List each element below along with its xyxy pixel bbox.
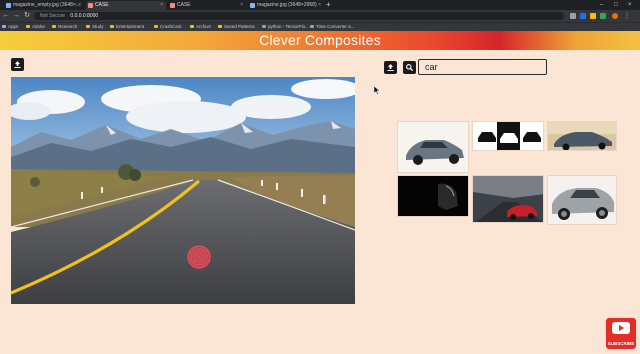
silver-car-thumbnail xyxy=(548,176,616,224)
close-icon[interactable]: × xyxy=(78,1,81,10)
close-window-button[interactable]: × xyxy=(628,0,632,10)
youtube-play-icon xyxy=(612,322,630,334)
bookmark-item[interactable]: Research xyxy=(52,23,77,31)
tab-label: CASE xyxy=(177,2,191,8)
folder-icon xyxy=(190,25,194,28)
search-input[interactable] xyxy=(418,59,547,75)
bookmark-item[interactable]: Time Converter a... xyxy=(310,23,354,31)
page-icon xyxy=(262,25,266,28)
browser-tab-4[interactable]: magazine.jpg (3648×2968) × xyxy=(248,1,324,10)
folder-icon xyxy=(26,25,30,28)
folder-icon xyxy=(110,25,114,28)
menu-icon[interactable]: ⋮ xyxy=(624,13,630,19)
app-title: Clever Composites xyxy=(259,32,381,48)
bookmark-item[interactable]: Archive xyxy=(190,23,211,31)
reload-icon[interactable]: ↻ xyxy=(22,11,32,21)
bookmark-item[interactable]: Study xyxy=(86,23,104,31)
apps-icon xyxy=(2,25,6,28)
bookmark-item[interactable]: Adobe xyxy=(26,23,45,31)
search-icon xyxy=(406,64,414,72)
bookmark-item[interactable]: Entertainment xyxy=(110,23,144,31)
browser-toolbar: ← → ↻ Not Secure 0.0.0.0:8000 ⋮ xyxy=(0,10,640,22)
maximize-button[interactable]: □ xyxy=(614,0,618,10)
car-result-1[interactable] xyxy=(397,121,469,173)
folder-icon xyxy=(86,25,90,28)
car-sunset-thumbnail xyxy=(548,122,616,150)
upload-icon xyxy=(387,64,394,71)
bookmark-item[interactable]: python - TensorFlo... xyxy=(262,23,309,31)
upload-icon xyxy=(14,61,21,68)
page-icon xyxy=(310,25,314,28)
address-bar[interactable]: Not Secure 0.0.0.0:8000 xyxy=(34,12,564,20)
bookmark-star-icon[interactable] xyxy=(570,13,576,19)
browser-tab-3[interactable]: CASE × xyxy=(168,1,246,10)
mouse-cursor-icon xyxy=(374,86,380,95)
car-icons-thumbnail xyxy=(473,122,543,150)
close-icon[interactable]: × xyxy=(240,1,243,10)
favicon-icon xyxy=(250,3,255,8)
subscribe-label: SUBSCRIBE xyxy=(607,341,635,346)
bookmarks-bar: Apps Adobe Research Study Entertainment … xyxy=(0,22,640,31)
extension-icon[interactable] xyxy=(600,13,606,19)
car-thumbnail xyxy=(398,122,468,172)
folder-icon xyxy=(154,25,158,28)
profile-avatar[interactable] xyxy=(612,13,618,19)
folder-icon xyxy=(52,25,56,28)
car-result-6[interactable] xyxy=(547,175,617,225)
red-car-thumbnail xyxy=(473,176,543,222)
bookmark-item[interactable]: Saved Patterns xyxy=(218,23,255,31)
security-indicator: Not Secure xyxy=(40,13,66,19)
tab-label: magazine.jpg (3648×2968) xyxy=(257,2,317,8)
bookmark-item[interactable]: Apps xyxy=(2,23,18,31)
favicon-icon xyxy=(88,3,93,8)
app-header: Clever Composites xyxy=(0,31,640,50)
car-result-2[interactable] xyxy=(472,121,544,151)
back-icon[interactable]: ← xyxy=(1,11,11,21)
car-dark-thumbnail xyxy=(398,176,468,216)
tab-label: magazine_empty.jpg (3648×... xyxy=(13,2,81,8)
subscribe-button[interactable]: SUBSCRIBE xyxy=(606,318,636,349)
road-landscape-image xyxy=(11,77,355,304)
new-tab-button[interactable]: + xyxy=(326,0,331,10)
extension-icon[interactable] xyxy=(590,13,596,19)
bookmark-item[interactable]: CrashCast xyxy=(154,23,181,31)
favicon-icon xyxy=(6,3,11,8)
upload-button[interactable] xyxy=(384,61,397,74)
upload-button[interactable] xyxy=(11,58,24,71)
browser-tab-strip: magazine_empty.jpg (3648×... × CASE × CASE… xyxy=(0,0,640,10)
minimize-button[interactable]: – xyxy=(600,0,603,10)
folder-icon xyxy=(218,25,222,28)
car-result-3[interactable] xyxy=(547,121,617,151)
composite-canvas[interactable] xyxy=(11,77,355,304)
url-text: 0.0.0.0:8000 xyxy=(70,13,99,19)
extension-icon[interactable] xyxy=(580,13,586,19)
tab-label: CASE xyxy=(95,2,109,8)
close-icon[interactable]: × xyxy=(160,1,163,10)
fingerprint-marker[interactable] xyxy=(187,245,211,269)
favicon-icon xyxy=(170,3,175,8)
car-result-4[interactable] xyxy=(397,175,469,217)
browser-tab-2[interactable]: CASE × xyxy=(86,1,166,10)
forward-icon[interactable]: → xyxy=(11,11,21,21)
browser-tab-1[interactable]: magazine_empty.jpg (3648×... × xyxy=(4,1,84,10)
search-button[interactable] xyxy=(403,61,416,74)
car-result-5[interactable] xyxy=(472,175,544,223)
close-icon[interactable]: × xyxy=(318,1,321,10)
